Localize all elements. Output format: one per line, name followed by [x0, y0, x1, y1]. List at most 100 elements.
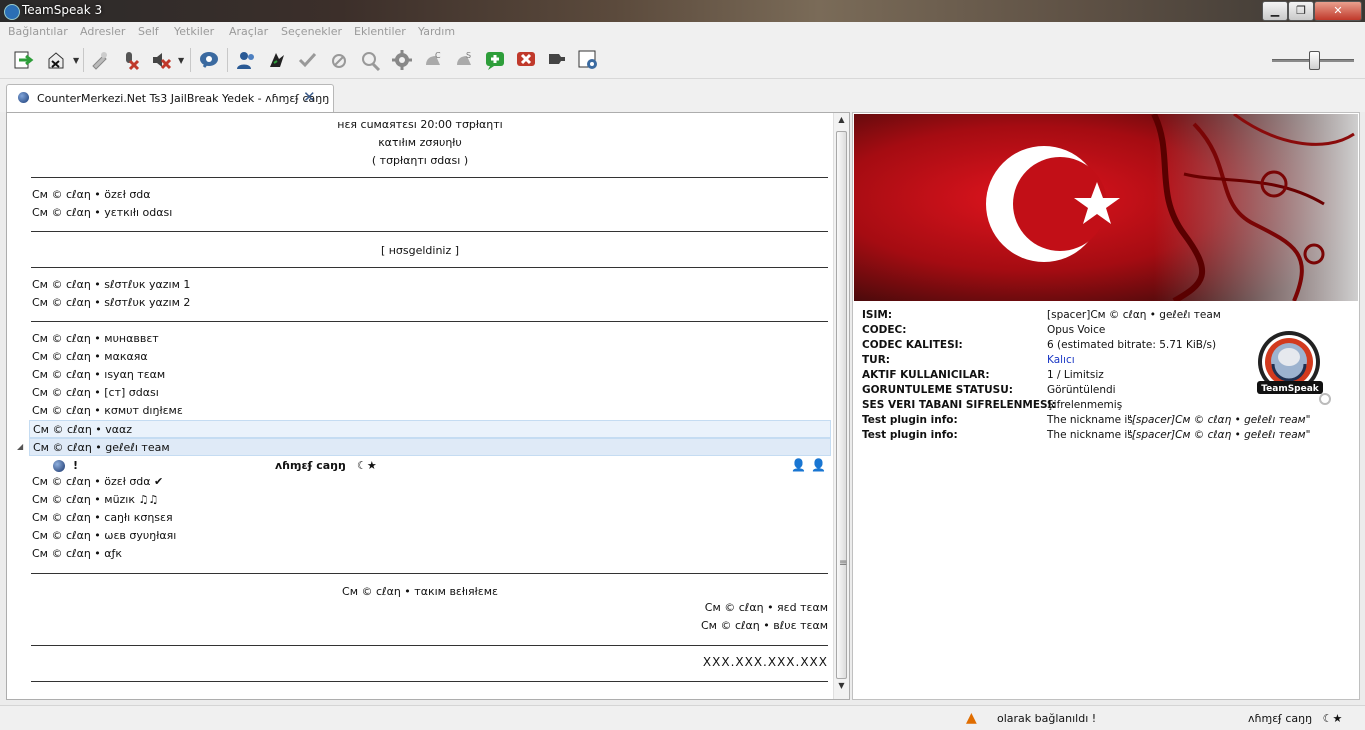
minimize-button[interactable]: ▁ — [1262, 1, 1288, 21]
channel-commander-icon[interactable]: C — [422, 49, 444, 71]
channel-item[interactable]: Cм © cℓαη • мüzıк ♫♫ — [7, 491, 833, 509]
menu-yardim[interactable]: Yardım — [418, 25, 455, 38]
mute-microphone-icon[interactable] — [119, 49, 141, 71]
scroll-up-icon[interactable]: ▲ — [834, 115, 849, 129]
collapse-arrow-icon[interactable]: ◢ — [17, 442, 23, 451]
window-title: TeamSpeak 3 — [22, 3, 103, 17]
status-message: olarak bağlanıldı ! — [997, 712, 1097, 725]
disconnect-icon[interactable] — [45, 49, 67, 71]
channel-banner-image — [854, 114, 1358, 301]
info-panel: ISIM: [spacer]Cм © cℓαη • geℓeℓı тeaм COD… — [852, 112, 1360, 700]
teamspeak-logo: TeamSpeak — [1255, 329, 1331, 409]
channel-announcement[interactable]: κατıłıм zσяυηłυ — [7, 134, 833, 152]
remove-icon[interactable] — [515, 49, 537, 71]
channel-item[interactable]: Cм © cℓαη • sℓσтℓυк yαzıм 2 — [7, 294, 833, 312]
hotkey-icon[interactable] — [360, 49, 382, 71]
spacer-line — [31, 231, 828, 232]
tools-icon[interactable] — [546, 49, 568, 71]
menu-adresler[interactable]: Adresler — [80, 25, 125, 38]
client-prefix: ! — [73, 459, 79, 472]
subscribe-icon[interactable] — [297, 49, 319, 71]
disconnect-dropdown-icon[interactable]: ▼ — [73, 56, 79, 65]
whisper-icon[interactable] — [198, 49, 220, 71]
menu-secenekler[interactable]: Seçenekler — [281, 25, 342, 38]
scroll-down-icon[interactable]: ▼ — [834, 681, 849, 695]
client-name: ʌɦɱɛʄ caŋŋ — [275, 459, 346, 472]
channel-item[interactable]: Cм © cℓαη • мαкαяα — [7, 348, 833, 366]
menu-bar: Bağlantılar Adresler Self Yetkiler Araçl… — [0, 22, 1365, 42]
teamspeak-logo-text: TeamSpeak — [1261, 384, 1320, 394]
identity-icon[interactable] — [577, 49, 599, 71]
server-query-group-icon: 👤 — [791, 458, 806, 472]
spacer-line — [31, 573, 828, 574]
channel-welcome[interactable]: [ нσsgeldiniz ] — [7, 242, 833, 260]
channel-item[interactable]: Cм © cℓαη • ısyαη тεαм — [7, 366, 833, 384]
channel-item[interactable]: Cм © cℓαη • ωεв σyυŋłαяı — [7, 527, 833, 545]
tree-scrollbar[interactable]: ▲ ≡ ▼ — [833, 113, 849, 699]
channel-tree: нεя cuмαятεsı 20:00 тσpłαηтı κατıłıм zσя… — [6, 112, 850, 700]
add-icon[interactable] — [484, 49, 506, 71]
channel-announcement[interactable]: ( тσpłαηтı σdαsı ) — [7, 152, 833, 170]
close-tab-icon[interactable]: ✕ — [303, 88, 316, 106]
menu-yetkiler[interactable]: Yetkiler — [174, 25, 214, 38]
toolbar-separator — [227, 48, 228, 72]
scroll-thumb[interactable]: ≡ — [836, 131, 847, 679]
channel-item[interactable]: Cм © cℓαη • мυнαввεт — [7, 330, 833, 348]
spacer-line — [31, 321, 828, 322]
server-status-icon — [18, 92, 29, 103]
status-bar: ▲ olarak bağlanıldı ! ʌɦɱɛʄ caŋŋ ☾★ — [0, 705, 1365, 730]
channel-item-hover[interactable]: Cм © cℓαη • vααz — [29, 420, 831, 438]
menu-baglantilar[interactable]: Bağlantılar — [8, 25, 68, 38]
scroll-grip-icon: ≡ — [839, 558, 848, 569]
spacer-line — [31, 645, 828, 646]
channel-blue-team[interactable]: Cм © cℓαη • вℓυε тεαм — [7, 617, 833, 635]
spacer-line — [31, 267, 828, 268]
channel-item[interactable]: Cм © cℓαη • кσмυт dıŋłεмε — [7, 402, 833, 420]
status-user: ʌɦɱɛʄ caŋŋ ☾★ — [1248, 712, 1343, 725]
maximize-button[interactable]: ❐ — [1288, 1, 1314, 21]
info-row-isim: ISIM: [spacer]Cм © cℓαη • geℓeℓı тeaм — [862, 309, 1221, 321]
channel-type-link[interactable]: Kalıcı — [1047, 354, 1075, 366]
mute-speakers-icon[interactable] — [150, 49, 172, 71]
channel-item[interactable]: Cм © cℓαη • αƒк — [7, 545, 833, 563]
spacer-line — [31, 681, 828, 682]
channel-group-icon: 👤 — [811, 458, 826, 472]
channel-announcement[interactable]: нεя cuмαятεsı 20:00 тσpłαηтı — [7, 116, 833, 134]
tab-label: CounterMerkezi.Net Ts3 JailBreak Yedek -… — [37, 92, 330, 105]
tab-server[interactable]: CounterMerkezi.Net Ts3 JailBreak Yedek -… — [6, 84, 334, 112]
channel-red-team[interactable]: Cм © cℓαη • яεd тεαм — [7, 599, 833, 617]
channel-item-selected[interactable]: Cм © cℓαη • geℓeℓı тeaм — [29, 438, 831, 456]
info-row-plugin: Test plugin info: The nickname is "[spacer… — [862, 429, 1311, 441]
channel-ip[interactable]: XXX.XXX.XXX.XXX — [7, 653, 833, 671]
server-query-icon[interactable]: S — [453, 49, 475, 71]
svg-text:C: C — [435, 51, 441, 60]
menu-araclar[interactable]: Araçlar — [229, 25, 268, 38]
toolbar-separator — [190, 48, 191, 72]
channel-item[interactable]: Cм © cℓαη • özεł σdα ✔ — [7, 473, 833, 491]
settings-icon[interactable] — [391, 49, 413, 71]
warning-icon: ▲ — [966, 710, 977, 726]
channel-item[interactable]: Cм © cℓαη • sℓσтℓυк yαzıм 1 — [7, 276, 833, 294]
contacts-icon[interactable] — [235, 49, 257, 71]
connect-icon[interactable] — [13, 49, 35, 71]
toolbar-separator — [83, 48, 84, 72]
channel-item[interactable]: Cм © cℓαη • yεткıłı odαsı — [7, 204, 833, 222]
channel-item[interactable]: Cм © cℓαη • caŋłı кσηsεя — [7, 509, 833, 527]
volume-slider-handle[interactable] — [1309, 51, 1320, 70]
client-status-icon — [53, 460, 65, 472]
menu-self[interactable]: Self — [138, 25, 159, 38]
teamspeak-app-icon — [4, 4, 20, 20]
channel-item[interactable]: Cм © cℓαη • [cт] σdαsı — [7, 384, 833, 402]
speakers-dropdown-icon[interactable]: ▼ — [178, 56, 184, 65]
toolbar: ▼ ▼ C S — [0, 42, 1365, 110]
away-icon[interactable] — [88, 49, 110, 71]
close-window-button[interactable]: ✕ — [1314, 1, 1362, 21]
spacer-line — [31, 177, 828, 178]
menu-eklentiler[interactable]: Eklentiler — [354, 25, 406, 38]
svg-text:S: S — [466, 51, 471, 60]
channel-item[interactable]: Cм © cℓαη • özεł σdα — [7, 186, 833, 204]
unsubscribe-icon[interactable] — [329, 49, 351, 71]
title-bar: TeamSpeak 3 ▁ ❐ ✕ — [0, 0, 1365, 22]
client-badge: ☾★ — [357, 459, 377, 472]
bookmarks-icon[interactable] — [266, 49, 288, 71]
